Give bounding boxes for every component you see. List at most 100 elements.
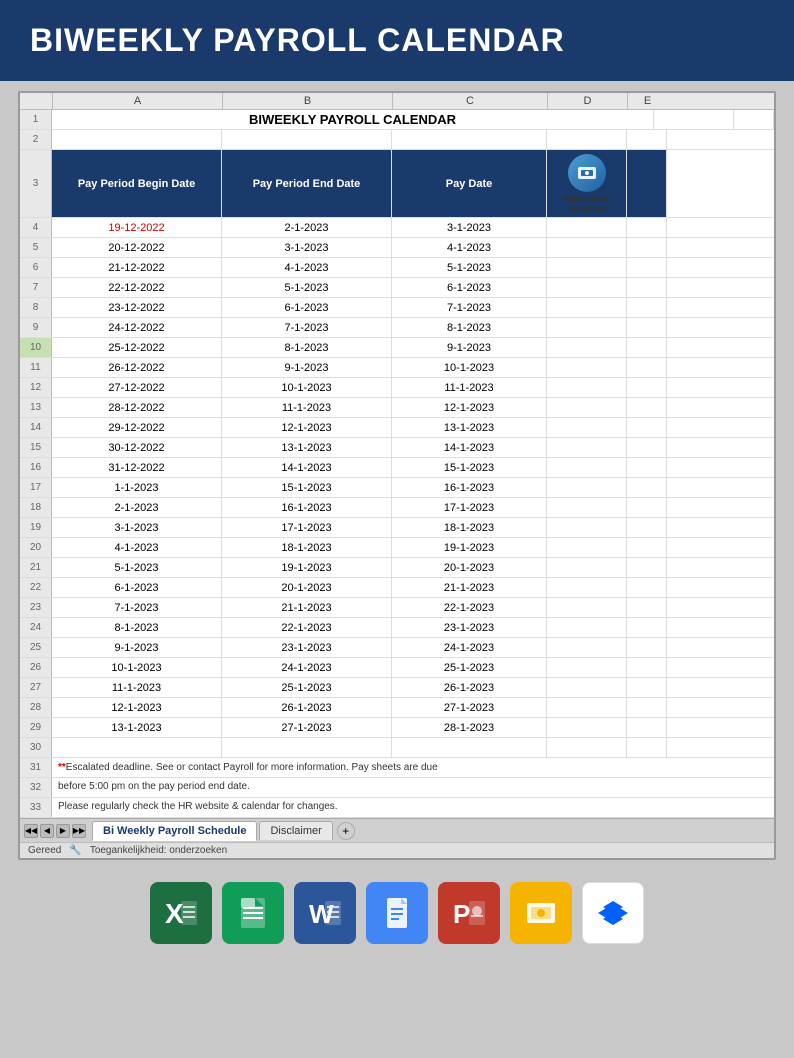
cell-5-a: 20-12-2022 [52,238,222,257]
cell-12-a: 27-12-2022 [52,378,222,397]
cell-8-c: 7-1-2023 [392,298,547,317]
cell-3e [627,150,667,217]
cell-10-c: 9-1-2023 [392,338,547,357]
cell-26-a: 10-1-2023 [52,658,222,677]
footer-note-1: ** Escalated deadline. See or contact Pa… [52,758,774,777]
table-row: 22 6-1-2023 20-1-2023 21-1-2023 [20,578,774,598]
table-row: 13 28-12-2022 11-1-2023 12-1-2023 [20,398,774,418]
cell-26-d [547,658,627,677]
table-row: 26 10-1-2023 24-1-2023 25-1-2023 [20,658,774,678]
row-num-11: 11 [20,358,52,377]
accessibility-text: Toegankelijkheid: onderzoeken [90,845,227,856]
row-num-2: 2 [20,130,52,149]
cell-9-b: 7-1-2023 [222,318,392,337]
cell-9-e [627,318,667,337]
cell-21-e [627,558,667,577]
cell-15-b: 13-1-2023 [222,438,392,457]
cell-22-b: 20-1-2023 [222,578,392,597]
tab-add-button[interactable]: + [337,822,355,840]
cell-25-d [547,638,627,657]
cell-11-c: 10-1-2023 [392,358,547,377]
status-bar: Gereed 🔧 Toegankelijkheid: onderzoeken [20,842,774,858]
footer-note-3: Please regularly check the HR website & … [52,798,774,817]
cell-20-d [547,538,627,557]
cell-21-d [547,558,627,577]
cell-21-a: 5-1-2023 [52,558,222,577]
cell-25-e [627,638,667,657]
cell-25-a: 9-1-2023 [52,638,222,657]
row-num-21: 21 [20,558,52,577]
cell-12-e [627,378,667,397]
cell-29-c: 28-1-2023 [392,718,547,737]
cell-17-d [547,478,627,497]
cell-24-c: 23-1-2023 [392,618,547,637]
cell-29-d [547,718,627,737]
tab-disclaimer[interactable]: Disclaimer [259,821,332,840]
cell-4-b: 2-1-2023 [222,218,392,237]
cell-11-d [547,358,627,377]
row-num-28: 28 [20,698,52,717]
word-icon[interactable]: W [294,882,356,944]
sheets-icon[interactable] [222,882,284,944]
row-num-spacer [20,93,52,109]
row-num-16: 16 [20,458,52,477]
cell-15-a: 30-12-2022 [52,438,222,457]
powerpoint-icon[interactable]: P [438,882,500,944]
cell-6-a: 21-12-2022 [52,258,222,277]
cell-15-d [547,438,627,457]
cell-8-d [547,298,627,317]
cell-18-e [627,498,667,517]
cell-1d [654,110,734,129]
cell-6-c: 5-1-2023 [392,258,547,277]
cell-26-c: 25-1-2023 [392,658,547,677]
svg-text:P: P [453,899,470,929]
cell-17-b: 15-1-2023 [222,478,392,497]
table-row: 24 8-1-2023 22-1-2023 23-1-2023 [20,618,774,638]
cell-26-b: 24-1-2023 [222,658,392,677]
cell-23-c: 22-1-2023 [392,598,547,617]
data-rows: 4 19-12-2022 2-1-2023 3-1-2023 5 20-12-2… [20,218,774,738]
cell-1e [734,110,774,129]
cell-2a [52,130,222,149]
cell-6-e [627,258,667,277]
logo-cell: AllBusinessTemplates [547,150,627,217]
cell-11-b: 9-1-2023 [222,358,392,377]
tab-biweekly[interactable]: Bi Weekly Payroll Schedule [92,821,257,841]
cell-4-c: 3-1-2023 [392,218,547,237]
app-icons-bar: X W [0,870,794,952]
cell-4-d [547,218,627,237]
cell-27-a: 11-1-2023 [52,678,222,697]
tab-nav-first[interactable]: ◀◀ [24,824,38,838]
cell-13-b: 11-1-2023 [222,398,392,417]
row-num-13: 13 [20,398,52,417]
status-text: Gereed [28,845,61,856]
top-banner: BIWEEKLY PAYROLL CALENDAR [0,0,794,81]
slides-icon[interactable] [510,882,572,944]
footer-row-32: 32 before 5:00 pm on the pay period end … [20,778,774,798]
row-2: 2 [20,130,774,150]
cell-19-d [547,518,627,537]
tab-nav-next[interactable]: ▶ [56,824,70,838]
logo-text: AllBusinessTemplates [564,194,610,213]
cell-2d [547,130,627,149]
cell-24-a: 8-1-2023 [52,618,222,637]
cell-14-c: 13-1-2023 [392,418,547,437]
cell-22-c: 21-1-2023 [392,578,547,597]
tab-nav-prev[interactable]: ◀ [40,824,54,838]
cell-14-b: 12-1-2023 [222,418,392,437]
cell-4-a: 19-12-2022 [52,218,222,237]
col-header-c: C [392,93,547,109]
dropbox-icon[interactable] [582,882,644,944]
table-row: 15 30-12-2022 13-1-2023 14-1-2023 [20,438,774,458]
cell-10-d [547,338,627,357]
tab-nav-last[interactable]: ▶▶ [72,824,86,838]
cell-8-b: 6-1-2023 [222,298,392,317]
cell-26-e [627,658,667,677]
row-num-9: 9 [20,318,52,337]
cell-10-a: 25-12-2022 [52,338,222,357]
cell-22-a: 6-1-2023 [52,578,222,597]
cell-28-d [547,698,627,717]
excel-icon[interactable]: X [150,882,212,944]
docs-icon[interactable] [366,882,428,944]
table-row: 16 31-12-2022 14-1-2023 15-1-2023 [20,458,774,478]
